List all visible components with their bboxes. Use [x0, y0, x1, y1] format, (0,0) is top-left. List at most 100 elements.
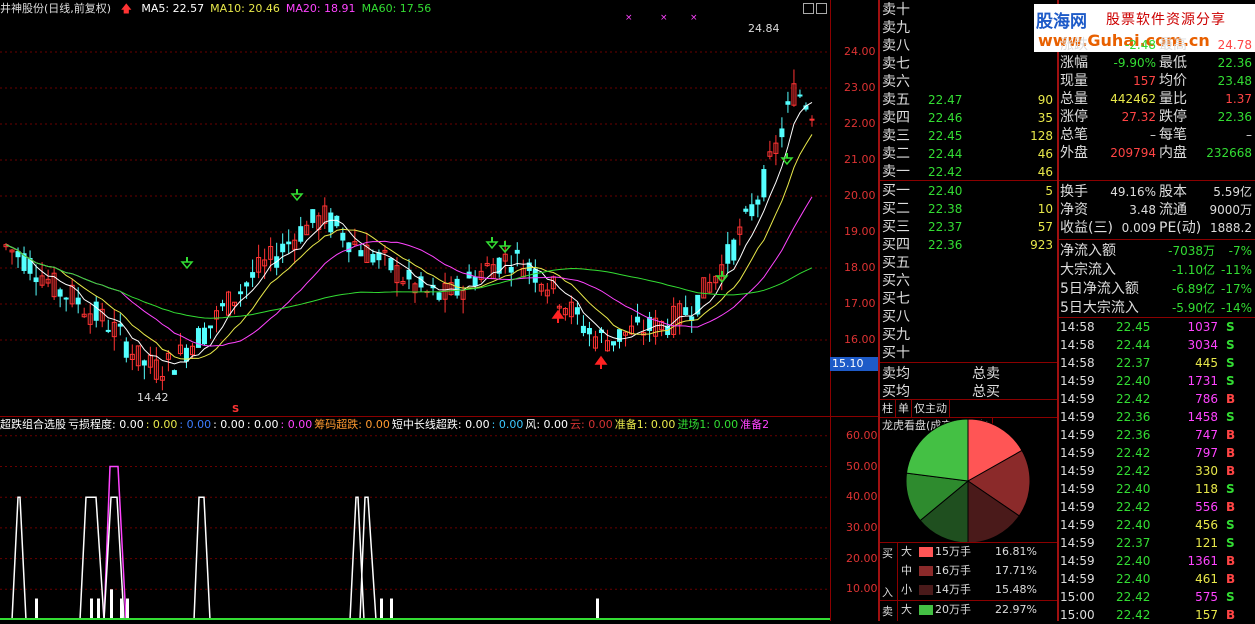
order-book-buy-row[interactable]: 买六 [882, 272, 1056, 290]
candle-body [250, 272, 256, 278]
level-price: 22.37 [928, 220, 963, 234]
stat-value: -2.48 [1124, 38, 1156, 52]
order-book-sell-row[interactable]: 卖五 22.47 90 [882, 91, 1056, 109]
legend-percent: 22.97% [995, 603, 1037, 616]
indicator-bar [126, 598, 129, 620]
pie-slice [919, 479, 969, 544]
order-book-sell-row[interactable]: 卖七 [882, 55, 1056, 73]
buy-signal-arrow-icon [485, 241, 499, 250]
tick-price: 22.40 [1116, 482, 1151, 496]
level-label: 卖十 [882, 2, 910, 18]
indicator-tick: 60.00 [846, 428, 878, 442]
tick-price: 22.36 [1116, 410, 1151, 424]
candle-body [280, 243, 286, 253]
order-book-sell-row[interactable]: 卖三 22.45 128 [882, 127, 1056, 145]
total-sell-label: 总卖 [972, 366, 1000, 382]
level-volume: 35 [1037, 111, 1053, 125]
tick-time: 14:59 [1060, 482, 1095, 496]
level-label: 卖一 [882, 164, 910, 180]
x-marker-icon: × [690, 13, 698, 23]
order-book-buy-row[interactable]: 买九 [882, 326, 1056, 344]
level-price: 22.47 [928, 93, 963, 107]
order-book-buy-row[interactable]: 买八 [882, 308, 1056, 326]
level-label: 买一 [882, 183, 910, 199]
order-book-sell-row[interactable]: 卖九 [882, 19, 1056, 37]
tab-0[interactable]: 柱 [880, 400, 896, 417]
legend-sell-label: 卖 [882, 605, 893, 618]
stat-label: 涨停 [1060, 109, 1088, 125]
tick-volume: 3034 [1187, 338, 1218, 352]
candle-body [75, 297, 81, 305]
stat-value: 157 [1133, 74, 1156, 88]
tab-1[interactable]: 单 [896, 400, 912, 417]
tick-direction: S [1226, 374, 1235, 388]
tick-time: 14:59 [1060, 428, 1095, 442]
order-book-buy-row[interactable]: 买三 22.37 57 [882, 218, 1056, 236]
candle-body [743, 208, 749, 212]
candle-body [141, 360, 147, 366]
level-label: 买八 [882, 309, 910, 325]
up-signal-arrow-icon [551, 309, 565, 319]
candlestick-chart[interactable]: × × × [0, 0, 830, 417]
tab-3[interactable]: 龙虎看盘(成交量统计) [880, 417, 993, 434]
level-label: 卖九 [882, 20, 910, 36]
tick-row: 14:59 22.42 330 B [1060, 462, 1255, 480]
flow-label: 大宗流入 [1060, 262, 1116, 278]
buy-signal-arrow-icon [290, 193, 304, 202]
order-book-sell-row[interactable]: 卖一 22.42 46 [882, 163, 1056, 181]
candle-body [755, 199, 761, 205]
tick-price: 22.40 [1116, 374, 1151, 388]
indicator-item-12: 准备1: 0.00 [614, 418, 676, 431]
fund-flow-row: 5日净流入额 -6.89亿 -17% [1060, 280, 1255, 298]
tick-direction: S [1226, 482, 1235, 496]
quote-stat-row: 收益(三) 0.009 PE(动) 1888.2 [1060, 219, 1255, 237]
legend-percent: 15.48% [995, 583, 1037, 596]
flow-percent: -11% [1220, 263, 1252, 277]
indicator-item-8: 短中长线超跌: 0.00 [391, 418, 490, 431]
order-book-sell-row[interactable]: 卖十 [882, 1, 1056, 19]
total-buy-label: 总买 [972, 384, 1000, 400]
candle-body [472, 276, 478, 287]
candle-body [610, 341, 616, 346]
indicator-peak [349, 496, 365, 621]
high-price-label: 24.84 [748, 22, 780, 35]
order-book-sell-row[interactable]: 卖八 [882, 37, 1056, 55]
level-volume: 128 [1030, 129, 1053, 143]
order-book-buy-row[interactable]: 买七 [882, 290, 1056, 308]
candle-body [244, 282, 250, 287]
candle-body [496, 257, 502, 274]
level-price: 22.38 [928, 202, 963, 216]
stat-value: 209794 [1110, 146, 1156, 160]
stat-value: – [1150, 128, 1156, 142]
order-book-sell-row[interactable]: 卖六 [882, 73, 1056, 91]
stat-label: 换手 [1060, 184, 1088, 200]
stat-label: 涨跌 [1060, 37, 1088, 53]
order-book-buy-row[interactable]: 买五 [882, 254, 1056, 272]
candle-body [310, 209, 316, 223]
window-control-icon[interactable] [803, 3, 814, 14]
tick-volume: 556 [1195, 500, 1218, 514]
tick-row: 14:59 22.37 121 S [1060, 534, 1255, 552]
order-book-buy-row[interactable]: 买一 22.40 5 [882, 182, 1056, 200]
flow-label: 净流入额 [1060, 243, 1116, 259]
order-book-sell-row[interactable]: 卖二 22.44 46 [882, 145, 1056, 163]
legend-quantity: 14万手 [935, 583, 971, 596]
tick-time: 14:59 [1060, 554, 1095, 568]
tick-price: 22.42 [1116, 500, 1151, 514]
stock-title: 井神股份(日线,前复权) [0, 2, 112, 15]
indicator-bar [90, 598, 93, 620]
order-book-buy-row[interactable]: 买二 22.38 10 [882, 200, 1056, 218]
tick-price: 22.40 [1116, 572, 1151, 586]
price-tick: 19.00 [844, 225, 876, 238]
tick-direction: B [1226, 446, 1236, 460]
order-book-sell-row[interactable]: 卖四 22.46 35 [882, 109, 1056, 127]
window-close-icon[interactable] [816, 3, 827, 14]
order-book-buy-row[interactable]: 买四 22.36 923 [882, 236, 1056, 254]
candle-body [725, 244, 731, 264]
candle-body [208, 325, 214, 329]
legend-size: 大 [901, 545, 912, 558]
tab-2[interactable]: 仅主动 [912, 400, 950, 417]
order-book-buy-row[interactable]: 买十 [882, 344, 1056, 362]
stat-label: 量比 [1159, 91, 1187, 107]
quote-stat-row: 涨停 27.32 跌停 22.36 [1060, 108, 1255, 126]
